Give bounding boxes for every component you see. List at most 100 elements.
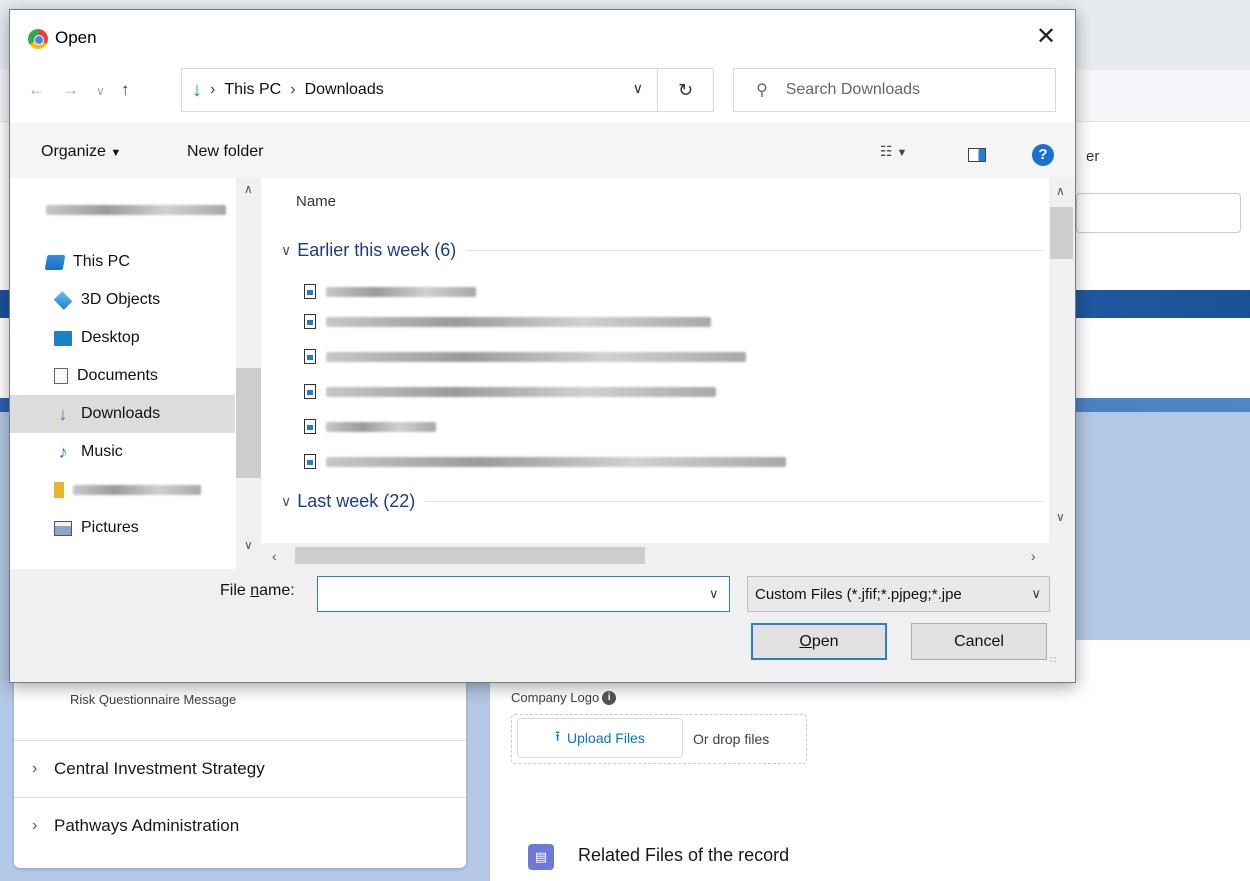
group-label: Earlier this week (6) [297,240,457,260]
close-icon[interactable]: ✕ [1031,22,1061,52]
image-file-icon [304,419,316,434]
dialog-titlebar[interactable]: Open ✕ [10,10,1075,62]
tree-item-onedrive[interactable] [10,191,235,229]
open-button-access-key: O [799,632,812,650]
breadcrumb-separator-icon: › [210,81,216,98]
user-folder-icon [54,482,64,498]
blurred-filename [326,351,746,362]
breadcrumb-this-pc[interactable]: This PC [224,81,281,99]
scroll-down-icon[interactable]: ∨ [1056,510,1065,524]
upload-files-button[interactable]: ⭱ Upload Files [517,718,683,758]
blurred-filename [326,421,436,432]
open-button-label: pen [811,632,839,650]
resize-grip-icon[interactable]: ∷ [1050,655,1057,666]
scroll-left-icon[interactable]: ‹ [272,548,277,564]
blurred-label [73,485,201,495]
download-folder-icon: ↓ [192,78,202,101]
chrome-icon [28,29,48,49]
blurred-filename [326,286,476,297]
tree-label: This PC [73,253,130,270]
file-item[interactable] [304,314,711,329]
tree-label: Desktop [81,329,140,346]
cube-icon [53,290,73,310]
back-arrow-icon[interactable]: ← [28,80,45,100]
scroll-up-icon[interactable]: ∧ [1056,184,1065,198]
accordion-pathways-administration[interactable]: › Pathways Administration [14,797,466,854]
company-logo-text: Company Logo [511,690,600,705]
file-item[interactable] [304,419,436,434]
company-logo-label: Company Logo i [511,690,617,705]
download-icon: ↓ [58,403,68,424]
horizontal-scroll-thumb[interactable] [295,547,645,564]
new-folder-button[interactable]: New folder [187,143,263,161]
file-name-label: File name: [220,582,295,600]
chevron-down-icon[interactable]: ∨ [633,80,643,97]
file-name-label-suffix: ame: [259,582,295,599]
search-input[interactable]: ⚲ Search Downloads [733,68,1056,112]
organize-button[interactable]: Organize ▼ [41,143,121,161]
organize-label: Organize [41,143,106,160]
scroll-down-icon[interactable]: ∨ [244,538,253,552]
tree-item-pictures[interactable]: Pictures [10,509,235,547]
group-last-week[interactable]: ∨ Last week (22) [281,491,1043,512]
risk-questionnaire-message[interactable]: Risk Questionnaire Message [70,692,236,707]
file-item[interactable] [304,349,746,364]
recent-chevron-icon[interactable]: ∨ [96,84,105,98]
file-item[interactable] [304,284,476,299]
breadcrumb-downloads[interactable]: Downloads [305,81,384,99]
file-name-label-access-key: n [250,582,260,599]
preview-pane-icon[interactable] [968,148,986,162]
image-file-icon [304,384,316,399]
upload-icon: ⭱ [555,728,561,744]
file-name-label-prefix: File [220,582,251,599]
scroll-up-icon[interactable]: ∧ [244,182,253,196]
column-header-name[interactable]: Name [296,193,336,210]
forward-arrow-icon[interactable]: → [62,80,79,100]
pictures-icon [54,520,72,536]
files-icon: ▤ [528,844,554,870]
chevron-down-icon: ∨ [1031,586,1041,601]
info-icon[interactable]: i [602,690,617,705]
open-button[interactable]: Open [751,623,887,660]
group-divider [466,250,1043,251]
desktop-icon [54,330,72,346]
chevron-down-icon: ∨ [281,493,292,509]
scroll-right-icon[interactable]: › [1031,548,1036,564]
tree-label: Music [81,443,123,460]
tree-scroll-thumb[interactable] [236,368,261,478]
tree-item-downloads[interactable]: ↓ Downloads [10,395,235,433]
chevron-right-icon: › [32,760,38,777]
tree-label: Pictures [81,519,139,536]
up-arrow-icon[interactable]: ↑ [121,80,130,100]
file-name-input[interactable] [317,576,730,612]
group-divider [425,501,1043,502]
image-file-icon [304,314,316,329]
search-icon: ⚲ [756,82,768,99]
blurred-filename [326,316,711,327]
file-list-scroll-thumb[interactable] [1050,207,1073,259]
view-options-icon[interactable]: ☷ ▼ [880,143,907,160]
file-item[interactable] [304,454,786,469]
cancel-button[interactable]: Cancel [911,623,1047,660]
tree-item-desktop[interactable]: Desktop [10,319,235,357]
tree-label: Downloads [81,405,161,422]
file-item[interactable] [304,384,716,399]
drop-files-text: Or drop files [693,731,770,747]
group-earlier-this-week[interactable]: ∨ Earlier this week (6) [281,240,1043,261]
accordion-central-investment-strategy[interactable]: › Central Investment Strategy [14,740,466,797]
tree-item-user-folder[interactable] [10,471,235,509]
tree-item-this-pc[interactable]: This PC [10,243,235,281]
help-icon[interactable]: ? [1032,144,1054,166]
refresh-icon[interactable]: ↻ [658,68,714,112]
chevron-down-icon[interactable]: ∨ [709,586,719,602]
tree-item-documents[interactable]: Documents [10,357,235,395]
file-type-select[interactable]: Custom Files (*.jfif;*.pjpeg;*.jpe ∨ [747,576,1050,612]
bg-input-field[interactable] [1076,193,1241,233]
accordion-label: Pathways Administration [54,816,240,835]
address-bar[interactable]: ↓ › This PC › Downloads ∨ [181,68,658,112]
dialog-title: Open [55,28,97,47]
tree-item-music[interactable]: ♪ Music [10,433,235,471]
tree-label: Documents [77,367,158,384]
tree-item-3d-objects[interactable]: 3D Objects [10,281,235,319]
related-files-title: Related Files of the record [578,845,790,865]
